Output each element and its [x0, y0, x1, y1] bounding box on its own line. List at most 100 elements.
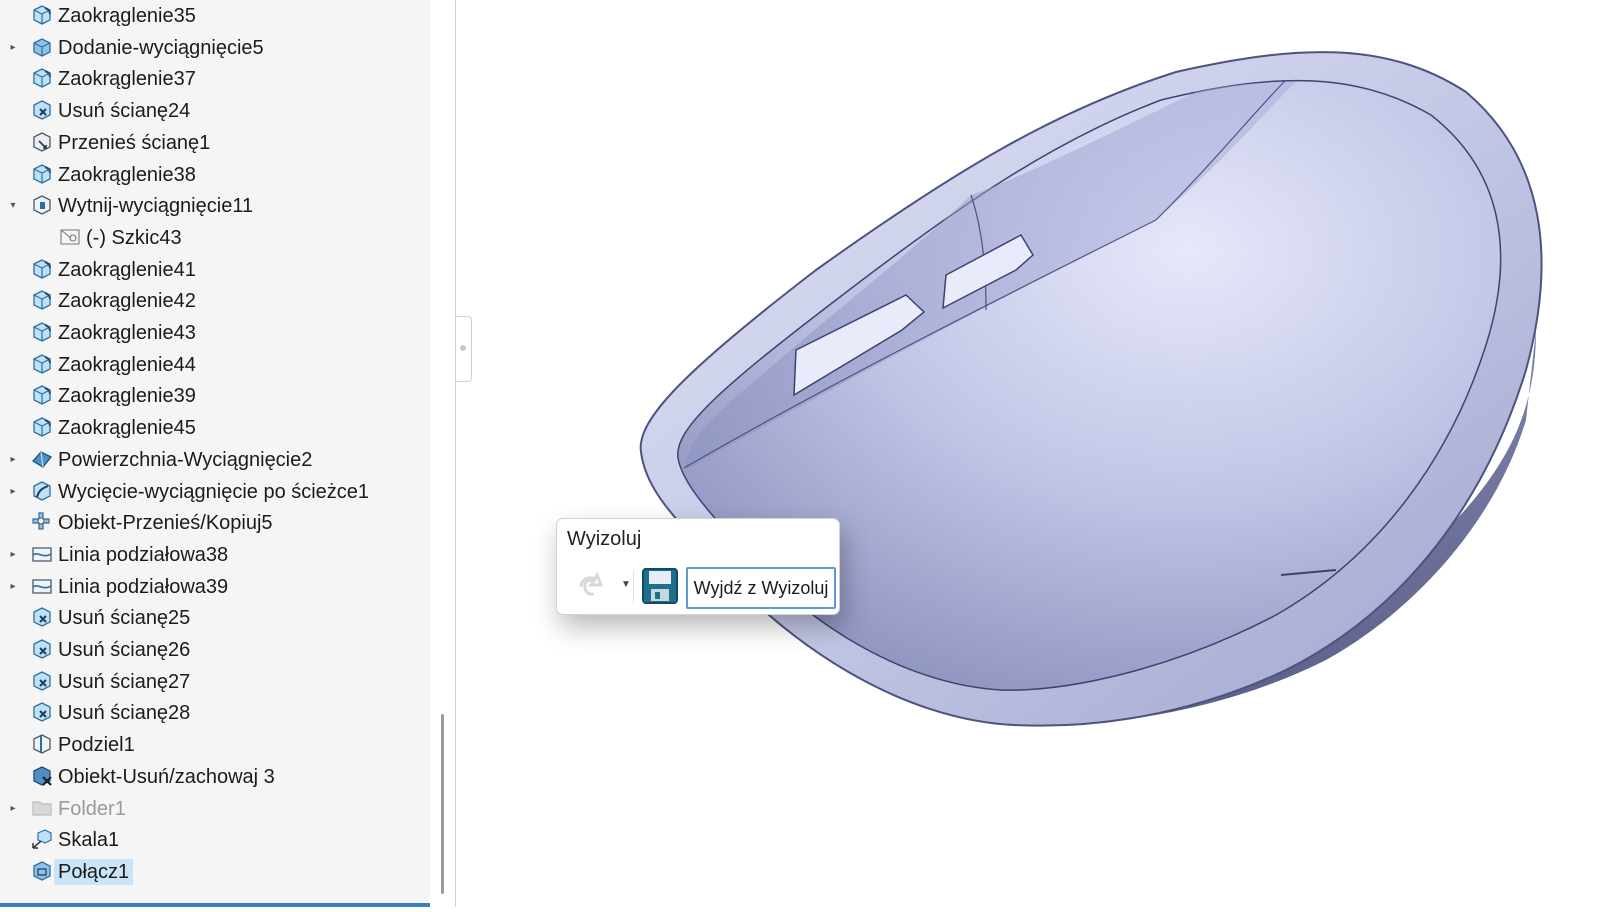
- scale-icon: [31, 828, 53, 850]
- delete-face-icon: [31, 606, 53, 628]
- tree-item[interactable]: Podziel1: [0, 729, 430, 761]
- tree-item[interactable]: ▸ Folder1: [0, 793, 430, 825]
- tree-item-label: Zaokrąglenie44: [58, 353, 196, 376]
- fillet-feature-icon: [31, 163, 53, 185]
- tree-item-label: Usuń ścianę28: [58, 702, 191, 725]
- tree-item-label: Usuń ścianę25: [58, 607, 191, 630]
- tree-item[interactable]: ▸ Linia podziałowa38: [0, 539, 430, 571]
- tree-item-label: Linia podziałowa38: [58, 543, 229, 566]
- tree-item-label: Skala1: [58, 829, 120, 852]
- fillet-feature-icon: [31, 416, 53, 438]
- tree-item[interactable]: (-) Szkic43: [0, 222, 430, 254]
- fillet-feature-icon: [31, 4, 53, 26]
- tree-item-label: Zaokrąglenie41: [58, 258, 196, 281]
- tree-item-label: Podziel1: [58, 734, 135, 757]
- split-line-icon: [31, 543, 53, 565]
- tree-item-label: Zaokrąglenie42: [58, 290, 196, 313]
- fillet-feature-icon: [31, 67, 53, 89]
- move-face-icon: [31, 131, 53, 153]
- chevron-down-icon[interactable]: ▼: [621, 579, 631, 590]
- expand-arrow-icon[interactable]: ▸: [6, 41, 20, 55]
- collapse-arrow-icon[interactable]: ▾: [6, 199, 20, 213]
- tree-item[interactable]: Zaokrąglenie39: [0, 380, 430, 412]
- delete-keep-body-icon: [31, 765, 53, 787]
- isolate-popup: Wyizoluj ▼ Wyjdź z Wyizoluj: [556, 518, 840, 615]
- expand-arrow-icon[interactable]: ▸: [6, 453, 20, 467]
- tree-item[interactable]: Zaokrąglenie38: [0, 159, 430, 191]
- surface-extrude-icon: [31, 448, 53, 470]
- exit-isolate-button[interactable]: Wyjdź z Wyizoluj: [686, 567, 836, 609]
- tree-item-label: Dodanie-wyciągnięcie5: [58, 36, 264, 59]
- swept-cut-icon: [31, 480, 53, 502]
- folder-icon: [31, 797, 53, 819]
- tree-item-label: (-) Szkic43: [86, 226, 182, 249]
- cut-extrude-icon: [31, 194, 53, 216]
- tree-item-label: Obiekt-Usuń/zachowaj 3: [58, 765, 275, 788]
- tree-item[interactable]: ▸ Wycięcie-wyciągnięcie po ścieżce1: [0, 476, 430, 508]
- tree-item-label: Obiekt-Przenieś/Kopiuj5: [58, 512, 273, 535]
- tree-item[interactable]: Zaokrąglenie41: [0, 254, 430, 286]
- split-icon: [31, 733, 53, 755]
- tree-item-label: Usuń ścianę24: [58, 100, 191, 123]
- graphics-viewport[interactable]: [456, 0, 1600, 907]
- tree-item-label: Powierzchnia-Wyciągnięcie2: [58, 448, 313, 471]
- tree-item-label: Zaokrąglenie45: [58, 417, 196, 440]
- tree-item[interactable]: Zaokrąglenie42: [0, 285, 430, 317]
- combine-icon: [31, 860, 53, 882]
- expand-arrow-icon[interactable]: ▸: [6, 548, 20, 562]
- tree-item[interactable]: Zaokrąglenie35: [0, 0, 430, 32]
- tree-item-label: Wytnij-wyciągnięcie11: [58, 195, 254, 218]
- undo-icon[interactable]: [575, 571, 607, 601]
- delete-face-icon: [31, 670, 53, 692]
- tree-item[interactable]: ▸ Linia podziałowa39: [0, 571, 430, 603]
- tree-item[interactable]: Usuń ścianę25: [0, 602, 430, 634]
- fillet-feature-icon: [31, 289, 53, 311]
- tree-item[interactable]: Połącz1: [0, 856, 430, 888]
- tree-item[interactable]: Usuń ścianę27: [0, 666, 430, 698]
- tree-item[interactable]: Usuń ścianę28: [0, 697, 430, 729]
- tree-item-label: Zaokrąglenie37: [58, 68, 196, 91]
- tree-item[interactable]: Zaokrąglenie43: [0, 317, 430, 349]
- tree-item-label: Zaokrąglenie35: [58, 5, 196, 27]
- tree-item[interactable]: Skala1: [0, 824, 430, 856]
- tree-scrollbar[interactable]: [441, 714, 444, 894]
- tree-item-label: Usuń ścianę27: [58, 670, 191, 693]
- expand-arrow-icon[interactable]: ▸: [6, 802, 20, 816]
- delete-face-icon: [31, 701, 53, 723]
- delete-face-icon: [31, 638, 53, 660]
- boss-extrude-icon: [31, 36, 53, 58]
- tree-item-label: Linia podziałowa39: [58, 575, 229, 598]
- tree-item[interactable]: Obiekt-Przenieś/Kopiuj5: [0, 507, 430, 539]
- split-line-icon: [31, 575, 53, 597]
- feature-tree: Zaokrąglenie35 ▸ Dodanie-wyciągnięcie5 Zaok…: [0, 0, 430, 907]
- fillet-feature-icon: [31, 384, 53, 406]
- popup-title: Wyizoluj: [567, 528, 642, 550]
- tree-item-label: Wycięcie-wyciągnięcie po ścieżce1: [58, 480, 370, 503]
- tree-item[interactable]: Obiekt-Usuń/zachowaj 3: [0, 761, 430, 793]
- tree-item[interactable]: Zaokrąglenie37: [0, 63, 430, 95]
- tree-item[interactable]: Przenieś ścianę1: [0, 127, 430, 159]
- move-copy-body-icon: [31, 511, 53, 533]
- tree-item[interactable]: Usuń ścianę26: [0, 634, 430, 666]
- tree-item[interactable]: Usuń ścianę24: [0, 95, 430, 127]
- tree-item-label: Zaokrąglenie43: [58, 322, 196, 344]
- tree-item-label: Folder1: [58, 797, 126, 820]
- save-icon[interactable]: [641, 567, 679, 605]
- tree-item[interactable]: ▾ Wytnij-wyciągnięcie11: [0, 190, 430, 222]
- fillet-feature-icon: [31, 321, 53, 343]
- delete-face-icon: [31, 99, 53, 121]
- expand-arrow-icon[interactable]: ▸: [6, 580, 20, 594]
- tree-item-label: Połącz1: [54, 858, 134, 885]
- tree-item[interactable]: Zaokrąglenie44: [0, 349, 430, 381]
- tree-item[interactable]: Zaokrąglenie45: [0, 412, 430, 444]
- sketch-icon: [59, 226, 81, 248]
- expand-arrow-icon[interactable]: ▸: [6, 485, 20, 499]
- tree-item[interactable]: ▸ Dodanie-wyciągnięcie5: [0, 32, 430, 64]
- tree-item-label: Zaokrąglenie38: [58, 163, 196, 186]
- tree-item-label: Zaokrąglenie39: [58, 385, 196, 408]
- fillet-feature-icon: [31, 353, 53, 375]
- selection-indicator: [0, 903, 430, 907]
- fillet-feature-icon: [31, 258, 53, 280]
- tree-item[interactable]: ▸ Powierzchnia-Wyciągnięcie2: [0, 444, 430, 476]
- tree-item-label: Przenieś ścianę1: [58, 131, 211, 154]
